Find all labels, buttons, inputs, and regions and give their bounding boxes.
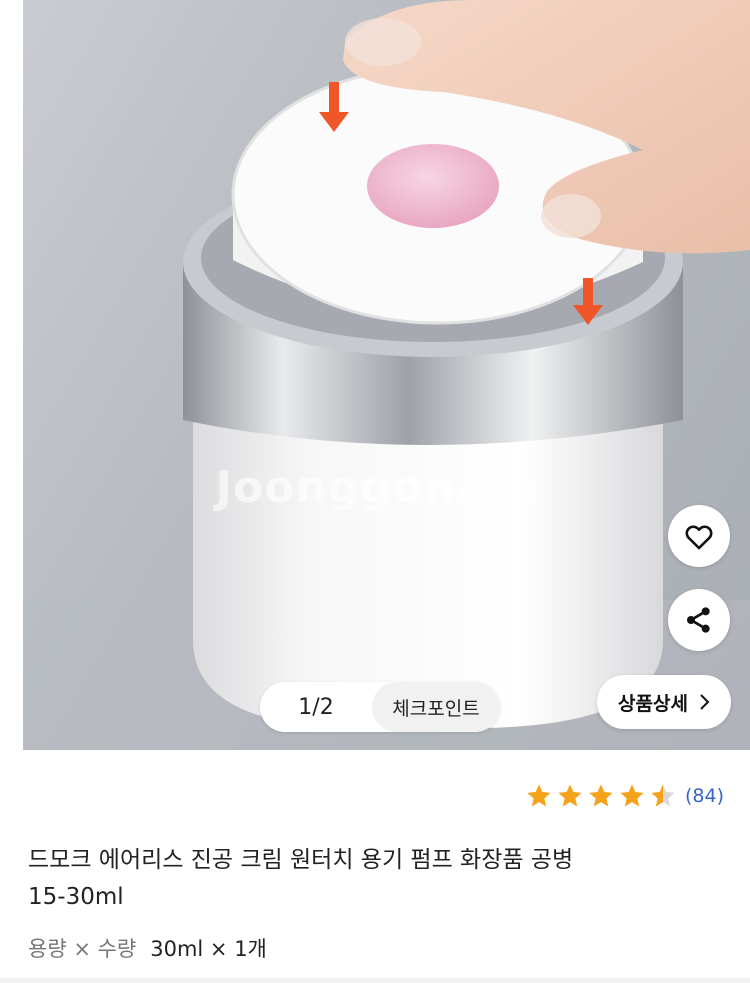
image-pager[interactable]: 1/2 체크포인트 <box>260 682 500 732</box>
watermark-text: Joonggonara <box>215 462 541 513</box>
review-count[interactable]: (84) <box>685 785 724 807</box>
star-icon <box>589 784 613 807</box>
star-rating <box>525 782 677 810</box>
star-icon <box>558 784 582 807</box>
share-icon <box>687 607 710 633</box>
page-counter: 1/2 <box>298 694 334 720</box>
like-button[interactable] <box>668 505 730 567</box>
product-title-line-1: 드모크 에어리스 진공 크림 원터치 용기 펌프 화장품 공병 <box>28 847 574 873</box>
product-title: 드모크 에어리스 진공 크림 원터치 용기 펌프 화장품 공병 15-30ml <box>28 842 728 916</box>
product-detail-button[interactable]: 상품상세 <box>597 675 731 729</box>
product-detail-label: 상품상세 <box>618 692 688 715</box>
cream-jar-illustration <box>23 0 750 750</box>
star-icon <box>620 784 644 807</box>
product-image[interactable]: Joonggonara <box>23 0 750 750</box>
checkpoint-chip[interactable]: 체크포인트 <box>372 682 500 732</box>
share-button[interactable] <box>668 589 730 651</box>
section-divider <box>0 978 750 983</box>
product-title-line-2: 15-30ml <box>28 884 124 910</box>
selected-option: 용량 × 수량 30ml × 1개 <box>28 933 267 963</box>
option-value: 30ml × 1개 <box>150 937 267 961</box>
option-label: 용량 × 수량 <box>28 937 137 961</box>
rating[interactable]: (84) <box>525 782 724 810</box>
heart-icon <box>685 525 713 550</box>
star-icon <box>527 784 551 807</box>
chevron-right-icon <box>700 694 710 710</box>
star-icon <box>651 784 675 807</box>
